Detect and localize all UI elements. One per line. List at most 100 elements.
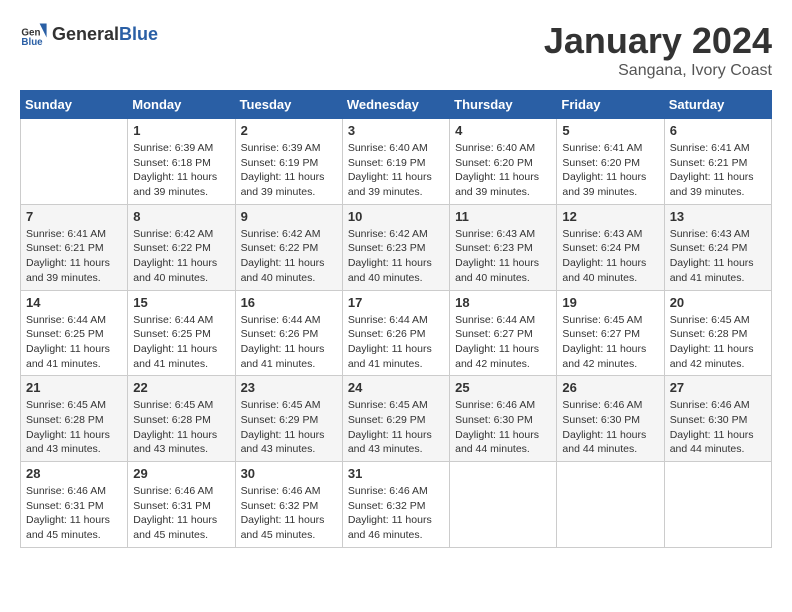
sunrise-text: Sunrise: 6:43 AM xyxy=(670,228,750,240)
sunset-text: Sunset: 6:19 PM xyxy=(241,157,319,169)
cell-info: Sunrise: 6:46 AMSunset: 6:31 PMDaylight:… xyxy=(26,484,122,543)
day-number: 3 xyxy=(348,123,444,138)
cell-info: Sunrise: 6:45 AMSunset: 6:29 PMDaylight:… xyxy=(348,398,444,457)
calendar-week-row: 21Sunrise: 6:45 AMSunset: 6:28 PMDayligh… xyxy=(21,376,772,462)
daylight-text: Daylight: 11 hours and 43 minutes. xyxy=(26,429,110,456)
sunset-text: Sunset: 6:22 PM xyxy=(133,242,211,254)
day-number: 12 xyxy=(562,209,658,224)
day-number: 31 xyxy=(348,466,444,481)
daylight-text: Daylight: 11 hours and 43 minutes. xyxy=(133,429,217,456)
cell-info: Sunrise: 6:45 AMSunset: 6:28 PMDaylight:… xyxy=(26,398,122,457)
sunset-text: Sunset: 6:23 PM xyxy=(455,242,533,254)
sunset-text: Sunset: 6:30 PM xyxy=(562,414,640,426)
sunset-text: Sunset: 6:25 PM xyxy=(26,328,104,340)
sunrise-text: Sunrise: 6:44 AM xyxy=(26,314,106,326)
sunrise-text: Sunrise: 6:43 AM xyxy=(455,228,535,240)
sunrise-text: Sunrise: 6:46 AM xyxy=(348,485,428,497)
cell-info: Sunrise: 6:40 AMSunset: 6:20 PMDaylight:… xyxy=(455,141,551,200)
daylight-text: Daylight: 11 hours and 41 minutes. xyxy=(26,343,110,370)
table-row: 14 Sunrise: 6:44 AM Sunset: 6:25 PM Dayligh… xyxy=(21,290,128,376)
day-number: 5 xyxy=(562,123,658,138)
sunrise-text: Sunrise: 6:42 AM xyxy=(133,228,213,240)
table-row: 17Sunrise: 6:44 AMSunset: 6:26 PMDayligh… xyxy=(342,290,449,376)
header-sunday: Sunday xyxy=(21,91,128,119)
table-row: 4 Sunrise: 6:40 AMSunset: 6:20 PMDaylight… xyxy=(450,119,557,205)
sunrise-text: Sunrise: 6:45 AM xyxy=(241,399,321,411)
table-row: 12Sunrise: 6:43 AMSunset: 6:24 PMDayligh… xyxy=(557,204,664,290)
table-row: 26Sunrise: 6:46 AMSunset: 6:30 PMDayligh… xyxy=(557,376,664,462)
sunrise-text: Sunrise: 6:46 AM xyxy=(670,399,750,411)
calendar-week-row: 7 Sunrise: 6:41 AM Sunset: 6:21 PM Daylight… xyxy=(21,204,772,290)
cell-info: Sunrise: 6:46 AMSunset: 6:32 PMDaylight:… xyxy=(241,484,337,543)
day-number: 22 xyxy=(133,380,229,395)
cell-info: Sunrise: 6:45 AMSunset: 6:27 PMDaylight:… xyxy=(562,313,658,372)
cell-info: Sunrise: 6:45 AM Sunset: 6:29 PM Daylight:… xyxy=(241,398,337,457)
sunrise-text: Sunrise: 6:45 AM xyxy=(133,399,213,411)
table-row: 15Sunrise: 6:44 AMSunset: 6:25 PMDayligh… xyxy=(128,290,235,376)
logo-general-text: General xyxy=(52,24,119,44)
daylight-text: Daylight: 11 hours and 39 minutes. xyxy=(562,171,646,198)
header-wednesday: Wednesday xyxy=(342,91,449,119)
sunrise-text: Sunrise: 6:46 AM xyxy=(133,485,213,497)
cell-info: Sunrise: 6:44 AMSunset: 6:27 PMDaylight:… xyxy=(455,313,551,372)
daylight-text: Daylight: 11 hours and 39 minutes. xyxy=(26,257,110,284)
day-number: 4 xyxy=(455,123,551,138)
header-friday: Friday xyxy=(557,91,664,119)
table-row: 3 Sunrise: 6:40 AMSunset: 6:19 PMDaylight… xyxy=(342,119,449,205)
daylight-text: Daylight: 11 hours and 39 minutes. xyxy=(348,171,432,198)
cell-info: Sunrise: 6:42 AMSunset: 6:22 PMDaylight:… xyxy=(133,227,229,286)
cell-info: Sunrise: 6:39 AMSunset: 6:19 PMDaylight:… xyxy=(241,141,337,200)
day-number: 27 xyxy=(670,380,766,395)
cell-info: Sunrise: 6:44 AMSunset: 6:25 PMDaylight:… xyxy=(133,313,229,372)
table-row: 24Sunrise: 6:45 AMSunset: 6:29 PMDayligh… xyxy=(342,376,449,462)
day-number: 7 xyxy=(26,209,122,224)
sunset-text: Sunset: 6:22 PM xyxy=(241,242,319,254)
sunset-text: Sunset: 6:32 PM xyxy=(348,500,426,512)
table-row: 6Sunrise: 6:41 AMSunset: 6:21 PMDaylight… xyxy=(664,119,771,205)
daylight-text: Daylight: 11 hours and 40 minutes. xyxy=(348,257,432,284)
sunset-text: Sunset: 6:31 PM xyxy=(133,500,211,512)
sunset-text: Sunset: 6:29 PM xyxy=(241,414,319,426)
day-number: 17 xyxy=(348,295,444,310)
cell-info: Sunrise: 6:46 AMSunset: 6:30 PMDaylight:… xyxy=(670,398,766,457)
svg-text:Blue: Blue xyxy=(21,37,43,48)
generalblue-logo-icon: Gen Blue xyxy=(20,20,48,48)
sunset-text: Sunset: 6:32 PM xyxy=(241,500,319,512)
day-number: 1 xyxy=(133,123,229,138)
table-row: 20Sunrise: 6:45 AMSunset: 6:28 PMDayligh… xyxy=(664,290,771,376)
day-number: 14 xyxy=(26,295,122,310)
daylight-text: Daylight: 11 hours and 44 minutes. xyxy=(562,429,646,456)
sunset-text: Sunset: 6:27 PM xyxy=(455,328,533,340)
table-row xyxy=(21,119,128,205)
sunrise-text: Sunrise: 6:46 AM xyxy=(455,399,535,411)
daylight-text: Daylight: 11 hours and 45 minutes. xyxy=(133,514,217,541)
day-number: 29 xyxy=(133,466,229,481)
daylight-text: Daylight: 11 hours and 43 minutes. xyxy=(241,429,325,456)
table-row: 18 Sunrise: 6:44 AMSunset: 6:27 PMDayligh… xyxy=(450,290,557,376)
sunset-text: Sunset: 6:21 PM xyxy=(26,242,104,254)
cell-info: Sunrise: 6:40 AMSunset: 6:19 PMDaylight:… xyxy=(348,141,444,200)
sunrise-text: Sunrise: 6:45 AM xyxy=(670,314,750,326)
cell-info: Sunrise: 6:39 AMSunset: 6:18 PMDaylight:… xyxy=(133,141,229,200)
calendar-table: Sunday Monday Tuesday Wednesday Thursday… xyxy=(20,90,772,548)
header-saturday: Saturday xyxy=(664,91,771,119)
daylight-text: Daylight: 11 hours and 41 minutes. xyxy=(241,343,325,370)
day-number: 9 xyxy=(241,209,337,224)
logo-blue-text: Blue xyxy=(119,24,158,44)
sunset-text: Sunset: 6:29 PM xyxy=(348,414,426,426)
sunrise-text: Sunrise: 6:46 AM xyxy=(241,485,321,497)
sunrise-text: Sunrise: 6:41 AM xyxy=(26,228,106,240)
header-thursday: Thursday xyxy=(450,91,557,119)
day-number: 18 xyxy=(455,295,551,310)
calendar-week-row: 14Sunrise: 6:44 AMSunset: 6:25 PMDayligh… xyxy=(21,290,772,376)
sunrise-text: Sunrise: 6:41 AM xyxy=(670,142,750,154)
cell-info: Sunrise: 6:42 AMSunset: 6:22 PMDaylight:… xyxy=(241,227,337,286)
sunrise-text: Sunrise: 6:46 AM xyxy=(562,399,642,411)
daylight-text: Daylight: 11 hours and 39 minutes. xyxy=(133,171,217,198)
cell-info: Sunrise: 6:44 AMSunset: 6:26 PMDaylight:… xyxy=(241,313,337,372)
sunrise-text: Sunrise: 6:40 AM xyxy=(348,142,428,154)
daylight-text: Daylight: 11 hours and 45 minutes. xyxy=(26,514,110,541)
daylight-text: Daylight: 11 hours and 40 minutes. xyxy=(241,257,325,284)
sunrise-text: Sunrise: 6:44 AM xyxy=(133,314,213,326)
daylight-text: Daylight: 11 hours and 41 minutes. xyxy=(670,257,754,284)
